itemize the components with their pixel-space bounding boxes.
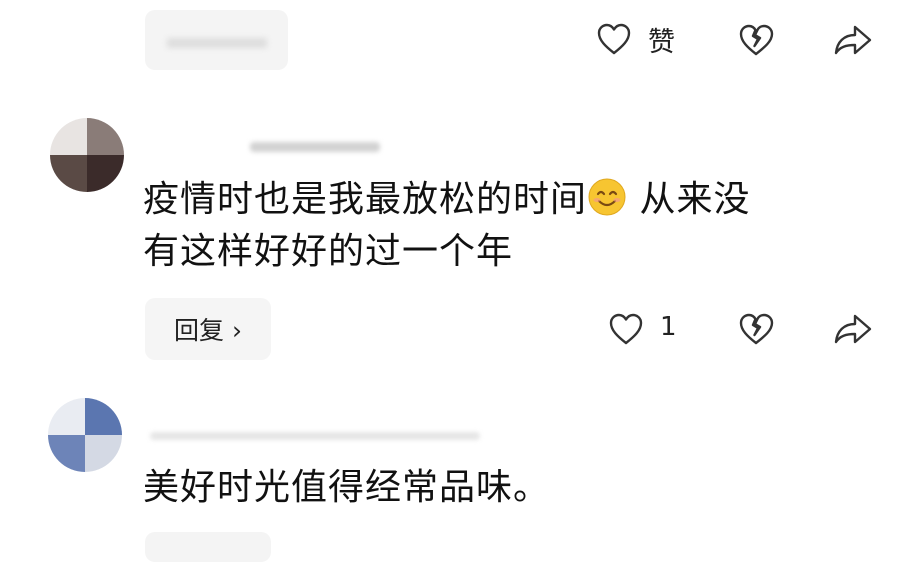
avatar[interactable] xyxy=(48,398,122,472)
reply-label: 回复 › xyxy=(174,316,242,345)
share-arrow-icon[interactable] xyxy=(833,23,873,57)
broken-heart-icon[interactable] xyxy=(737,311,775,347)
username-blurred[interactable] xyxy=(160,130,400,156)
username-blurred[interactable] xyxy=(150,432,480,444)
comment-text-line1: 美好时光值得经常品味。 xyxy=(143,467,551,508)
broken-heart-icon[interactable] xyxy=(737,22,775,58)
comment-text: 疫情时也是我最放松的时间 从来没 有这样好好的过一个年 xyxy=(143,174,863,278)
reply-button[interactable]: 回复 › xyxy=(145,298,271,360)
like-label[interactable]: 赞 xyxy=(648,20,675,59)
reply-button-partial[interactable] xyxy=(145,532,271,562)
comment-text-line1: 疫情时也是我最放松的时间 xyxy=(143,179,588,220)
comment-text-line1-after: 从来没 xyxy=(627,179,751,220)
share-arrow-icon[interactable] xyxy=(833,312,873,346)
avatar[interactable] xyxy=(50,118,124,192)
like-heart-icon[interactable] xyxy=(608,312,644,346)
comment-text-line2: 有这样好好的过一个年 xyxy=(143,231,514,272)
smiling-face-emoji-icon xyxy=(587,177,627,217)
like-heart-icon[interactable] xyxy=(596,22,632,56)
like-count: 1 xyxy=(660,312,677,342)
reply-button-blurred[interactable] xyxy=(145,10,288,70)
comment-text: 美好时光值得经常品味。 xyxy=(143,462,863,514)
